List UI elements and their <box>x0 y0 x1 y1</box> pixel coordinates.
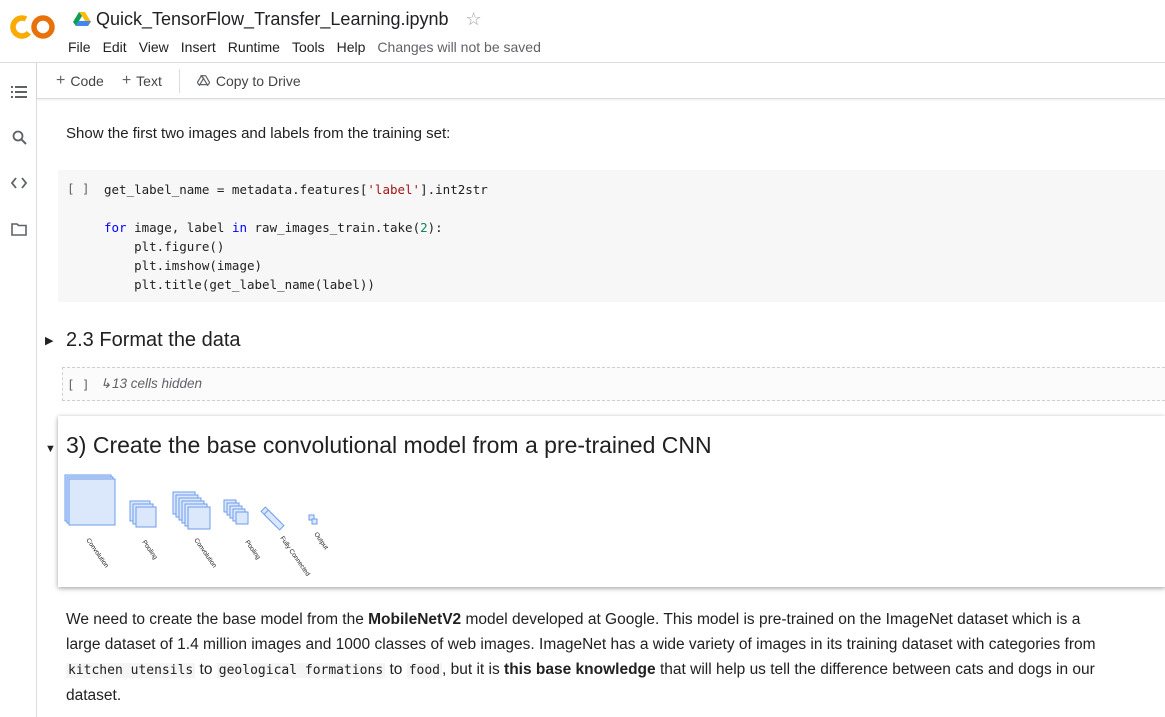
collapse-arrow-icon[interactable]: ▼ <box>45 443 56 455</box>
section-heading-2-3: 2.3 Format the data <box>66 329 241 351</box>
menu-help[interactable]: Help <box>331 39 372 55</box>
left-rail <box>0 63 37 717</box>
selected-text-cell[interactable]: 3) Create the base convolutional model f… <box>58 416 1165 587</box>
para-text: We need to create the base model from th… <box>66 611 369 628</box>
toc-icon[interactable] <box>9 82 29 102</box>
cnn-label-pooling-2: Pooling <box>243 539 261 561</box>
para-bold: this base knowledge <box>504 661 656 678</box>
para-text: , but it is <box>442 661 505 678</box>
drive-icon <box>196 75 210 86</box>
notebook-title-row: Quick_TensorFlow_Transfer_Learning.ipynb… <box>73 7 482 31</box>
cnn-architecture-image: Convolution Pooling Convolution Pooling … <box>64 474 329 578</box>
add-text-label: Text <box>136 72 162 89</box>
colab-logo[interactable] <box>10 12 56 42</box>
cnn-label-pooling-1: Pooling <box>140 539 158 561</box>
folder-icon[interactable] <box>9 219 29 239</box>
intro-text: Show the first two images and labels fro… <box>66 125 451 142</box>
code-snippets-icon[interactable] <box>9 173 29 193</box>
para-bold: MobileNetV2 <box>368 611 462 628</box>
expand-arrow-icon[interactable]: ▶ <box>45 334 53 347</box>
para-code: food <box>406 663 443 678</box>
menu-tools[interactable]: Tools <box>286 39 331 55</box>
para-code: geological formations <box>216 663 386 678</box>
drive-icon <box>73 12 91 26</box>
hidden-cells-bar[interactable]: [ ] ↳ 13 cells hidden <box>62 367 1165 401</box>
notebook-toolbar: + Code + Text Copy to Drive <box>37 63 1165 99</box>
add-code-button[interactable]: + Code <box>47 69 113 93</box>
cnn-label-output: Output <box>312 531 329 551</box>
menu-insert[interactable]: Insert <box>175 39 222 55</box>
code-cell[interactable]: [ ] get_label_name = metadata.features['… <box>58 170 1165 302</box>
add-code-label: Code <box>70 72 104 89</box>
para-text: to <box>195 661 217 678</box>
hidden-cells-label: 13 cells hidden <box>112 376 203 391</box>
para-text: to <box>385 661 407 678</box>
cnn-label-fully-connected: Fully Connected <box>278 535 311 578</box>
run-hidden-cells-button[interactable]: [ ] <box>67 377 90 392</box>
menu-runtime[interactable]: Runtime <box>222 39 286 55</box>
save-status: Changes will not be saved <box>377 39 541 55</box>
toolbar-divider <box>178 68 180 93</box>
star-icon[interactable]: ☆ <box>466 10 482 28</box>
copy-to-drive-label: Copy to Drive <box>215 72 301 89</box>
plus-icon: + <box>121 71 132 89</box>
section-heading-3: 3) Create the base convolutional model f… <box>66 432 712 458</box>
hidden-cells-arrow-icon: ↳ <box>100 376 112 391</box>
cnn-label-convolution-1: Convolution <box>84 537 110 569</box>
code-editor[interactable]: get_label_name = metadata.features['labe… <box>104 180 488 294</box>
menu-view[interactable]: View <box>133 39 175 55</box>
notebook-content: Show the first two images and labels fro… <box>37 100 1165 717</box>
plus-icon: + <box>56 71 66 89</box>
notebook-title[interactable]: Quick_TensorFlow_Transfer_Learning.ipynb <box>96 9 449 30</box>
app-header: Quick_TensorFlow_Transfer_Learning.ipynb… <box>0 0 1165 63</box>
menu-file[interactable]: File <box>62 39 97 55</box>
search-icon[interactable] <box>9 127 29 147</box>
para-code: kitchen utensils <box>66 663 196 678</box>
menu-edit[interactable]: Edit <box>97 39 133 55</box>
cnn-label-convolution-2: Convolution <box>192 537 218 569</box>
menu-bar: File Edit View Insert Runtime Tools Help… <box>62 37 547 57</box>
mobilenet-paragraph: We need to create the base model from th… <box>66 607 1096 708</box>
run-cell-button[interactable]: [ ] <box>67 181 90 196</box>
copy-to-drive-button[interactable]: Copy to Drive <box>188 73 310 89</box>
add-text-button[interactable]: + Text <box>113 69 171 93</box>
